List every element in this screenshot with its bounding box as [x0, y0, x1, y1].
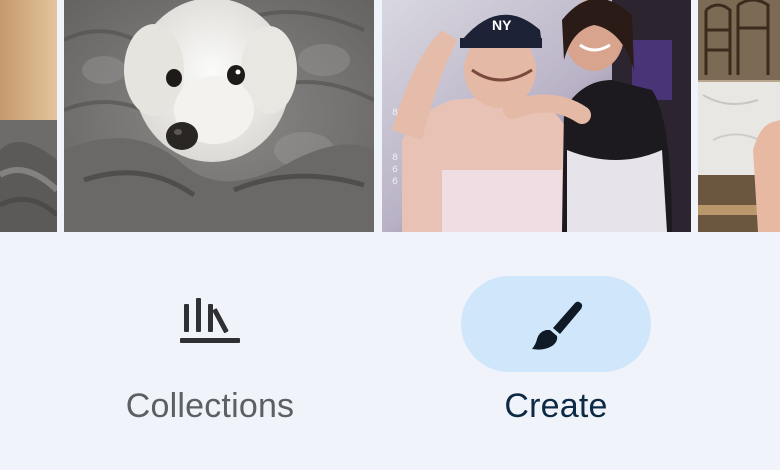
svg-text:6: 6: [392, 177, 398, 188]
photo-image: NY 8 8 6 6: [382, 0, 691, 232]
nav-label-create: Create: [504, 387, 608, 425]
photo-thumbnail-4[interactable]: [698, 0, 780, 232]
nav-item-collections[interactable]: Collections: [80, 276, 340, 436]
svg-text:8: 8: [392, 153, 398, 164]
photo-image: [0, 0, 57, 232]
photo-image: [698, 0, 780, 232]
photos-app-screen: NY 8 8 6 6 Collections Create: [0, 0, 780, 470]
photo-thumbnail-1[interactable]: [0, 0, 57, 232]
brush-icon: [524, 294, 588, 354]
nav-item-create[interactable]: Create: [426, 276, 686, 436]
photo-thumbnail-3[interactable]: NY 8 8 6 6: [382, 0, 691, 232]
collections-icon: [178, 294, 242, 354]
photo-image: [64, 0, 374, 232]
svg-text:NY: NY: [492, 17, 512, 33]
svg-text:6: 6: [392, 165, 398, 176]
photo-thumbnail-2[interactable]: [64, 0, 374, 232]
nav-label-collections: Collections: [125, 387, 295, 425]
svg-text:8: 8: [392, 108, 398, 119]
photo-grid: NY 8 8 6 6: [0, 0, 780, 232]
bottom-navigation-bar: Collections Create: [0, 242, 780, 470]
